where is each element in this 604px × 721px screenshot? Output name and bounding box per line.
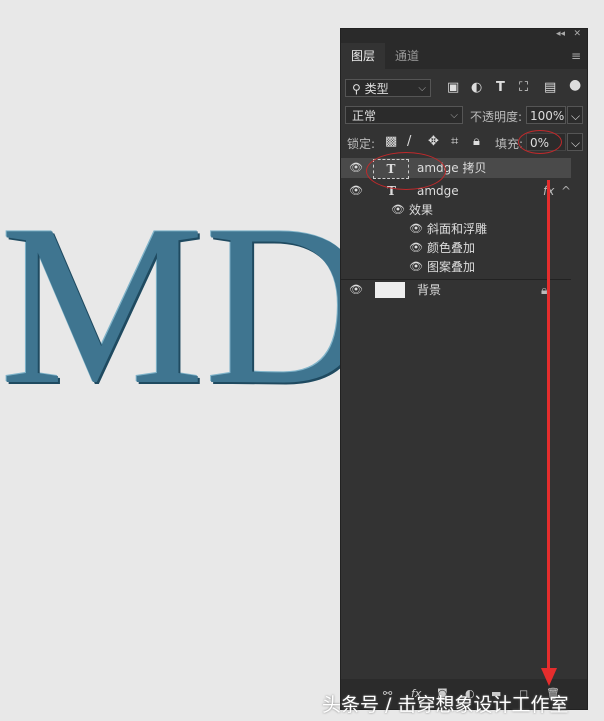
opacity-input[interactable]: 100% bbox=[526, 106, 566, 124]
adjustment-filter-icon[interactable]: ◐ bbox=[471, 80, 482, 95]
opacity-label: 不透明度: bbox=[470, 110, 523, 124]
lock-move-icon[interactable]: ✥ bbox=[428, 134, 439, 149]
close-icon[interactable]: ✕ bbox=[573, 29, 581, 39]
eye-icon[interactable]: 👁︎ bbox=[349, 158, 363, 178]
eye-icon[interactable]: 👁︎ bbox=[409, 257, 423, 277]
lock-transparent-icon[interactable]: ▩ bbox=[385, 134, 397, 149]
search-icon: ⚲ bbox=[352, 82, 365, 96]
filter-select[interactable]: ⚲ 类型 ⌵ bbox=[345, 79, 431, 97]
blend-mode-select[interactable]: 正常 ⌵ bbox=[345, 106, 463, 124]
lock-all-icon[interactable]: 🔒︎ bbox=[473, 134, 480, 149]
smart-object-filter-icon[interactable]: ▤ bbox=[544, 80, 556, 95]
watermark: 头条号 / 击穿想象设计工作室 bbox=[322, 694, 569, 716]
text-filter-icon[interactable]: T bbox=[496, 80, 505, 95]
filter-toggle[interactable]: ● bbox=[569, 77, 581, 93]
chevron-down-icon: ⌵ bbox=[418, 83, 426, 94]
opacity-dropdown[interactable]: ⌵ bbox=[567, 106, 583, 124]
tab-layers[interactable]: 图层 bbox=[341, 43, 386, 69]
eye-icon[interactable]: 👁︎ bbox=[409, 219, 423, 239]
annotation-arrow bbox=[547, 180, 550, 670]
panel-menu-icon[interactable]: ≡ bbox=[571, 49, 581, 63]
eye-icon[interactable]: 👁︎ bbox=[349, 181, 363, 201]
annotation-circle bbox=[366, 152, 446, 190]
collapse-icon[interactable]: ◂◂ bbox=[556, 29, 565, 39]
effects-group[interactable]: 👁︎ 效果 bbox=[341, 200, 571, 220]
fill-dropdown[interactable]: ⌵ bbox=[567, 133, 583, 151]
layers-panel: ◂◂ ✕ 图层 通道 ≡ ⚲ 类型 ⌵ ▣ ◐ T ⛶ ▤ ● 正常 ⌵ 不透明度: … bbox=[340, 28, 588, 710]
chevron-down-icon: ⌵ bbox=[450, 110, 458, 121]
image-filter-icon[interactable]: ▣ bbox=[447, 80, 459, 95]
lock-label: 锁定: bbox=[347, 137, 376, 151]
tab-channels[interactable]: 通道 bbox=[385, 43, 429, 69]
chevron-up-icon[interactable]: ^ bbox=[561, 181, 571, 201]
layer-background[interactable]: 👁︎ 背景 🔒︎ bbox=[341, 279, 571, 300]
lock-brush-icon[interactable]: / bbox=[407, 134, 411, 149]
eye-icon[interactable]: 👁︎ bbox=[409, 238, 423, 258]
chevron-down-icon: ⌵ bbox=[571, 136, 581, 150]
effect-bevel-emboss[interactable]: 👁︎ 斜面和浮雕 bbox=[341, 219, 571, 239]
shape-filter-icon[interactable]: ⛶ bbox=[519, 80, 528, 95]
background-thumbnail bbox=[375, 282, 405, 298]
eye-icon[interactable]: 👁︎ bbox=[391, 200, 405, 220]
annotation-arrowhead bbox=[541, 668, 557, 686]
chevron-down-icon: ⌵ bbox=[571, 109, 581, 123]
annotation-circle bbox=[518, 130, 562, 154]
layer-amdge[interactable]: 👁︎ T amdge fx ^ bbox=[341, 181, 571, 201]
effect-color-overlay[interactable]: 👁︎ 颜色叠加 bbox=[341, 238, 571, 258]
effect-pattern-overlay[interactable]: 👁︎ 图案叠加 bbox=[341, 257, 571, 277]
eye-icon[interactable]: 👁︎ bbox=[349, 280, 363, 300]
lock-artboard-icon[interactable]: ⌗ bbox=[451, 134, 458, 149]
